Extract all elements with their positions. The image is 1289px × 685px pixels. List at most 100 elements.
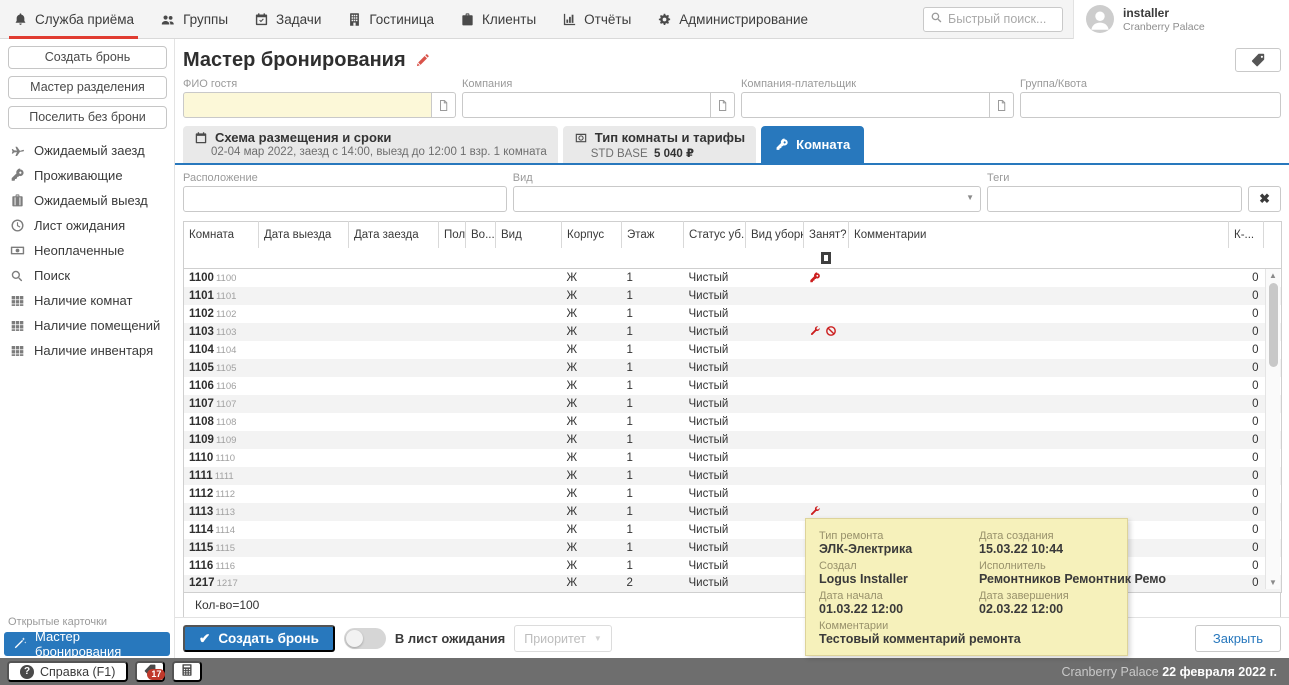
priority-select[interactable]: Приоритет ▼	[514, 625, 612, 652]
col-room[interactable]: Комната	[184, 222, 259, 248]
nav-tasks[interactable]: Задачи	[241, 0, 334, 38]
scroll-thumb[interactable]	[1269, 283, 1278, 367]
cell-clean-status: Чистый	[684, 377, 746, 395]
scroll-down-icon[interactable]: ▼	[1269, 578, 1277, 587]
cell-busy	[804, 485, 849, 503]
user-chip[interactable]: installer Cranberry Palace	[1073, 0, 1289, 39]
cell-view	[496, 449, 562, 467]
sidebar-item-inventory-availability[interactable]: Наличие инвентаря	[0, 338, 174, 363]
repair-type-label: Тип ремонта	[819, 530, 969, 542]
grid-icon	[9, 318, 25, 333]
cell-departure-date	[259, 449, 349, 467]
sidebar: Создать бронь Мастер разделения Поселить…	[0, 39, 175, 658]
create-booking-submit-button[interactable]: ✔ Создать бронь	[183, 625, 335, 652]
payer-company-field: Компания-плательщик	[741, 78, 1014, 118]
table-row[interactable]: 11051105 Ж 1 Чистый 0	[184, 359, 1282, 377]
table-row[interactable]: 11121112 Ж 1 Чистый 0	[184, 485, 1282, 503]
cell-gender	[439, 377, 466, 395]
nav-groups[interactable]: Группы	[147, 0, 241, 38]
table-row[interactable]: 11101110 Ж 1 Чистый 0	[184, 449, 1282, 467]
sidebar-item-search[interactable]: Поиск	[0, 263, 174, 288]
checkin-without-booking-button[interactable]: Поселить без брони	[8, 106, 167, 129]
col-floor[interactable]: Этаж	[622, 222, 684, 248]
sidebar-item-expected-departure[interactable]: Ожидаемый выезд	[0, 188, 174, 213]
nav-clients[interactable]: Клиенты	[447, 0, 549, 38]
nav-administration[interactable]: Администрирование	[644, 0, 821, 38]
busy-filter-checkbox[interactable]	[821, 252, 831, 264]
notifications-button[interactable]: 17	[135, 661, 165, 682]
clear-filters-button[interactable]: ✖	[1248, 186, 1281, 212]
company-card-icon-button[interactable]	[711, 92, 735, 118]
table-row[interactable]: 11041104 Ж 1 Чистый 0	[184, 341, 1282, 359]
cell-view	[496, 341, 562, 359]
table-row[interactable]: 11031103 Ж 1 Чистый 0	[184, 323, 1282, 341]
guest-card-icon-button[interactable]	[432, 92, 456, 118]
field-label: Группа/Квота	[1020, 78, 1281, 90]
col-view[interactable]: Вид	[496, 222, 562, 248]
col-gender[interactable]: Пол	[439, 222, 466, 248]
calculator-button[interactable]	[172, 661, 202, 682]
company-input[interactable]	[462, 92, 711, 118]
cell-comments	[849, 467, 1229, 485]
create-booking-button[interactable]: Создать бронь	[8, 46, 167, 69]
question-icon: ?	[20, 665, 34, 679]
guest-name-input[interactable]	[183, 92, 432, 118]
col-building[interactable]: Корпус	[562, 222, 622, 248]
briefcase-icon	[460, 12, 475, 27]
col-busy[interactable]: Занят?	[804, 222, 849, 248]
cell-room: 11141114	[184, 521, 259, 539]
payer-company-input[interactable]	[741, 92, 990, 118]
table-row[interactable]: 11021102 Ж 1 Чистый 0	[184, 305, 1282, 323]
waitlist-toggle[interactable]	[344, 628, 386, 649]
tab-room-type-rates[interactable]: Тип комнаты и тарифы STD BASE 5 040 ₽	[563, 126, 756, 163]
nav-front-office[interactable]: Служба приёма	[0, 0, 147, 38]
close-button[interactable]: Закрыть	[1195, 625, 1281, 652]
quick-search[interactable]	[923, 7, 1063, 32]
table-row[interactable]: 11001100 Ж 1 Чистый 0	[184, 269, 1282, 287]
search-input[interactable]	[948, 12, 1056, 26]
cell-comments	[849, 305, 1229, 323]
cell-departure-date	[259, 395, 349, 413]
cell-clean-type	[746, 377, 804, 395]
cell-gender	[439, 395, 466, 413]
location-input[interactable]	[183, 186, 507, 212]
col-departure-date[interactable]: Дата выезда	[259, 222, 349, 248]
edit-title-icon[interactable]	[415, 53, 430, 68]
sidebar-item-room-availability[interactable]: Наличие комнат	[0, 288, 174, 313]
table-row[interactable]: 11111111 Ж 1 Чистый 0	[184, 467, 1282, 485]
table-row[interactable]: 11071107 Ж 1 Чистый 0	[184, 395, 1282, 413]
tags-input[interactable]	[987, 186, 1242, 212]
sidebar-item-waiting-list[interactable]: Лист ожидания	[0, 213, 174, 238]
tags-button[interactable]	[1235, 48, 1281, 72]
help-button[interactable]: ? Справка (F1)	[7, 661, 128, 682]
col-clean-status[interactable]: Статус уб...	[684, 222, 746, 248]
table-row[interactable]: 11091109 Ж 1 Чистый 0	[184, 431, 1282, 449]
nav-hotel[interactable]: Гостиница	[334, 0, 447, 38]
col-clean-type[interactable]: Вид уборки	[746, 222, 804, 248]
split-wizard-button[interactable]: Мастер разделения	[8, 76, 167, 99]
cell-arrival-date	[349, 377, 439, 395]
col-arrival-date[interactable]: Дата заезда	[349, 222, 439, 248]
repair-tooltip: Тип ремонта ЭЛК-Электрика Дата создания …	[805, 518, 1128, 656]
col-comments[interactable]: Комментарии	[849, 222, 1229, 248]
col-count[interactable]: К-...	[1229, 222, 1264, 248]
sidebar-item-unpaid[interactable]: Неоплаченные	[0, 238, 174, 263]
sidebar-item-in-house[interactable]: Проживающие	[0, 163, 174, 188]
sidebar-item-expected-arrival[interactable]: Ожидаемый заезд	[0, 138, 174, 163]
table-row[interactable]: 11061106 Ж 1 Чистый 0	[184, 377, 1282, 395]
col-age[interactable]: Во...	[466, 222, 496, 248]
nav-reports[interactable]: Отчёты	[549, 0, 644, 38]
open-card-booking-wizard[interactable]: Мастер бронирования	[4, 632, 170, 656]
tab-scheme-and-dates[interactable]: Схема размещения и сроки 02-04 мар 2022,…	[183, 126, 558, 163]
group-quota-input[interactable]	[1020, 92, 1281, 118]
cell-room: 11061106	[184, 377, 259, 395]
table-row[interactable]: 11081108 Ж 1 Чистый 0	[184, 413, 1282, 431]
view-select[interactable]	[513, 186, 981, 212]
table-row[interactable]: 11011101 Ж 1 Чистый 0	[184, 287, 1282, 305]
vertical-scrollbar[interactable]: ▲ ▼	[1265, 269, 1280, 589]
scroll-up-icon[interactable]: ▲	[1269, 271, 1277, 280]
sidebar-item-space-availability[interactable]: Наличие помещений	[0, 313, 174, 338]
created-date-label: Дата создания	[979, 530, 1166, 542]
tab-room[interactable]: Комната	[761, 126, 864, 163]
payer-card-icon-button[interactable]	[990, 92, 1014, 118]
